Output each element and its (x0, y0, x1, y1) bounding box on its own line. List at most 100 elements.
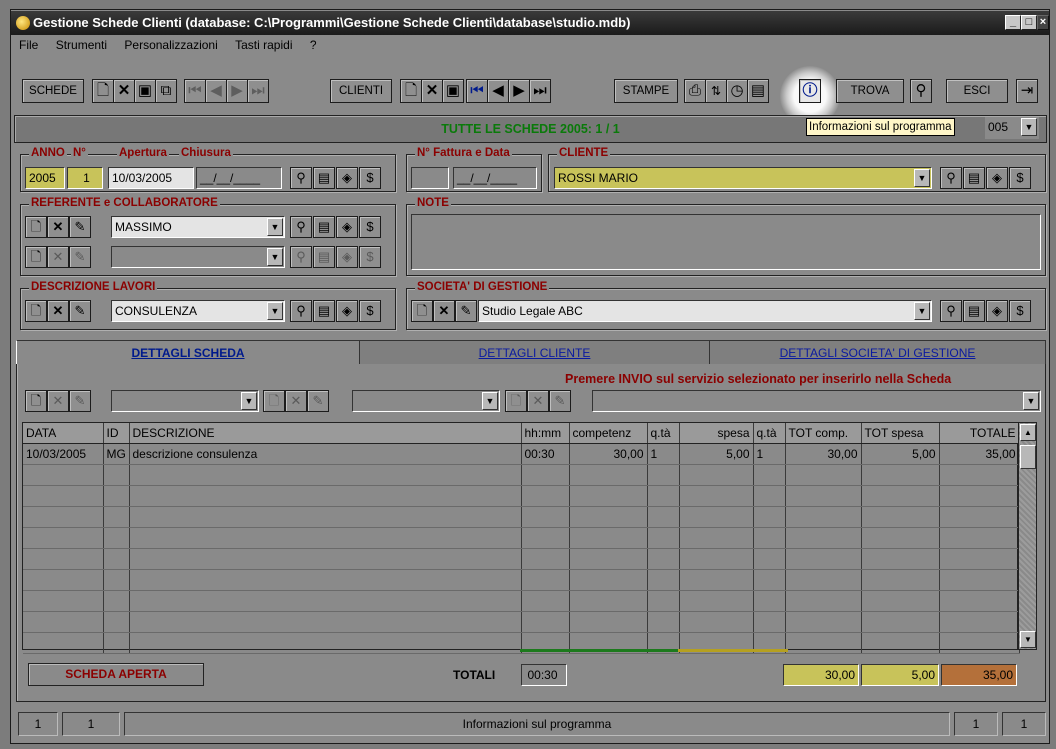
societa-money-icon[interactable]: $ (1009, 300, 1031, 322)
note-textarea[interactable] (411, 214, 1041, 270)
cell-tot-comp[interactable]: 30,00 (785, 443, 862, 465)
scroll-up-arrow-icon[interactable]: ▲ (1020, 424, 1036, 441)
cell-hhmm[interactable]: 00:30 (521, 443, 570, 465)
societa-dropdown-arrow-icon[interactable]: ▼ (914, 302, 930, 320)
scroll-thumb[interactable] (1020, 445, 1036, 469)
col-hhmm[interactable]: hh:mm (521, 423, 570, 444)
referente-search-icon[interactable]: ⚲ (290, 216, 312, 238)
fattura-date-field[interactable]: __/__/____ (453, 167, 537, 189)
menu-personalizzazioni[interactable]: Personalizzazioni (124, 38, 217, 52)
col-qta1[interactable]: q.tà (647, 423, 680, 444)
cell-qta2[interactable]: 1 (753, 443, 786, 465)
apertura-field[interactable]: 10/03/2005 (108, 167, 194, 189)
referente-money-icon[interactable]: $ (359, 216, 381, 238)
notes-icon[interactable]: ▤ (747, 79, 769, 103)
tab-dettagli-societa[interactable]: DETTAGLI SOCIETA' DI GESTIONE (710, 340, 1046, 364)
prev-scheda-icon[interactable]: ◀ (205, 79, 227, 103)
menu-tasti-rapidi[interactable]: Tasti rapidi (235, 38, 292, 52)
cliente-search-icon[interactable]: ⚲ (940, 167, 962, 189)
col-tot-comp[interactable]: TOT comp. (785, 423, 862, 444)
service-select[interactable]: ▼ (592, 390, 1041, 412)
service-new-icon[interactable]: 🗋 (25, 390, 47, 412)
cell-qta1[interactable]: 1 (647, 443, 680, 465)
societa-delete-icon[interactable]: ✕ (433, 300, 455, 322)
menu-strumenti[interactable]: Strumenti (56, 38, 107, 52)
cliente-select[interactable]: ROSSI MARIO ▼ (554, 167, 932, 189)
first-scheda-icon[interactable]: ⏮ (184, 79, 206, 103)
next-scheda-icon[interactable]: ▶ (226, 79, 248, 103)
year-select[interactable]: 005 ▼ (985, 117, 1039, 139)
menu-file[interactable]: File (19, 38, 38, 52)
table-row[interactable] (23, 548, 1020, 570)
copy-scheda-icon[interactable]: ⧉ (155, 79, 177, 103)
new-scheda-icon[interactable]: 🗋 (92, 79, 114, 103)
delete-cliente-icon[interactable]: ✕ (421, 79, 443, 103)
year-dropdown-arrow-icon[interactable]: ▼ (1021, 118, 1037, 136)
scroll-down-arrow-icon[interactable]: ▼ (1020, 631, 1036, 648)
schede-button[interactable]: SCHEDE (22, 79, 84, 103)
col-totale[interactable]: TOTALE (939, 423, 1020, 444)
minimize-button[interactable]: _ (1005, 15, 1021, 30)
cell-spesa[interactable]: 5,00 (679, 443, 754, 465)
cliente-dropdown-arrow-icon[interactable]: ▼ (914, 169, 930, 187)
num-field[interactable]: 1 (67, 167, 103, 189)
referente-new-icon[interactable]: 🗋 (25, 216, 47, 238)
societa-new-icon[interactable]: 🗋 (411, 300, 433, 322)
last-cliente-icon[interactable]: ⏭ (529, 79, 551, 103)
referente-notes-icon[interactable]: ▤ (313, 216, 335, 238)
col-id[interactable]: ID (103, 423, 130, 444)
maximize-button[interactable]: □ (1021, 15, 1037, 30)
first-cliente-icon[interactable]: ⏮ (466, 79, 488, 103)
lavori-money-icon[interactable]: $ (359, 300, 381, 322)
table-row[interactable] (23, 590, 1020, 612)
societa-select[interactable]: Studio Legale ABC ▼ (478, 300, 932, 322)
save-scheda-icon[interactable]: ▣ (134, 79, 156, 103)
referente-dropdown-arrow-icon[interactable]: ▼ (267, 218, 283, 236)
table-row[interactable] (23, 464, 1020, 486)
collaboratore-edit-icon[interactable]: ✎ (69, 246, 91, 268)
next-cliente-icon[interactable]: ▶ (508, 79, 530, 103)
table-row[interactable] (23, 506, 1020, 528)
lavori-delete-icon[interactable]: ✕ (47, 300, 69, 322)
table-row[interactable]: 10/03/2005 MG descrizione consulenza 00:… (23, 443, 1020, 465)
close-button[interactable]: × (1037, 15, 1049, 30)
scheda-money-icon[interactable]: $ (359, 167, 381, 189)
service-item-new-icon[interactable]: 🗋 (505, 390, 527, 412)
referente-select[interactable]: MASSIMO ▼ (111, 216, 285, 238)
service-item-delete-icon[interactable]: ✕ (527, 390, 549, 412)
subservice-arrow-icon[interactable]: ▼ (482, 392, 498, 410)
collaboratore-search-icon[interactable]: ⚲ (290, 246, 312, 268)
subservice-edit-icon[interactable]: ✎ (307, 390, 329, 412)
lavori-edit-icon[interactable]: ✎ (69, 300, 91, 322)
table-row[interactable] (23, 569, 1020, 591)
table-row[interactable] (23, 527, 1020, 549)
lavori-dropdown-arrow-icon[interactable]: ▼ (267, 302, 283, 320)
lavori-warning-icon[interactable]: ◈ (336, 300, 358, 322)
prev-cliente-icon[interactable]: ◀ (487, 79, 509, 103)
societa-search-icon[interactable]: ⚲ (940, 300, 962, 322)
chiusura-field[interactable]: __/__/____ (196, 167, 282, 189)
cliente-notes-icon[interactable]: ▤ (963, 167, 985, 189)
exit-door-icon[interactable]: ⇥ (1016, 79, 1038, 103)
service-category-arrow-icon[interactable]: ▼ (241, 392, 257, 410)
scheda-warning-icon[interactable]: ◈ (336, 167, 358, 189)
collaboratore-notes-icon[interactable]: ▤ (313, 246, 335, 268)
col-tot-spesa[interactable]: TOT spesa (861, 423, 940, 444)
subservice-new-icon[interactable]: 🗋 (263, 390, 285, 412)
collaboratore-new-icon[interactable]: 🗋 (25, 246, 47, 268)
anno-field[interactable]: 2005 (25, 167, 65, 189)
lavori-search-icon[interactable]: ⚲ (290, 300, 312, 322)
lavori-notes-icon[interactable]: ▤ (313, 300, 335, 322)
service-delete-icon[interactable]: ✕ (47, 390, 69, 412)
col-data[interactable]: DATA (23, 423, 104, 444)
cell-id[interactable]: MG (103, 443, 130, 465)
service-item-edit-icon[interactable]: ✎ (549, 390, 571, 412)
fattura-number-field[interactable] (411, 167, 449, 189)
societa-edit-icon[interactable]: ✎ (455, 300, 477, 322)
last-scheda-icon[interactable]: ⏭ (247, 79, 269, 103)
cell-tot-spesa[interactable]: 5,00 (861, 443, 940, 465)
referente-edit-icon[interactable]: ✎ (69, 216, 91, 238)
referente-delete-icon[interactable]: ✕ (47, 216, 69, 238)
info-icon[interactable]: ⓘ (799, 79, 821, 103)
col-descrizione[interactable]: DESCRIZIONE (129, 423, 522, 444)
